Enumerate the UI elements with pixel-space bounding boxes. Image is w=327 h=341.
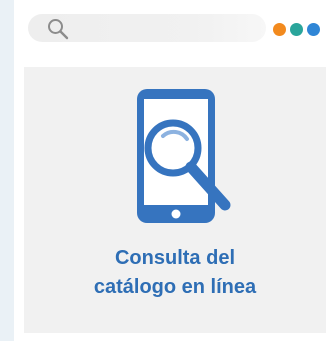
- caption-line-2: catálogo en línea: [93, 276, 257, 298]
- teal-dot[interactable]: [290, 23, 303, 36]
- blue-dot[interactable]: [307, 23, 320, 36]
- catalog-caption: Consulta del catálogo en línea: [24, 244, 326, 302]
- window-frame-edge: [0, 0, 14, 341]
- page: Consulta del catálogo en línea: [0, 0, 327, 341]
- orange-dot[interactable]: [273, 23, 286, 36]
- catalog-card[interactable]: Consulta del catálogo en línea: [24, 67, 326, 333]
- phone-magnifier-icon: [137, 89, 231, 223]
- window-controls: [273, 23, 320, 37]
- search-icon[interactable]: [46, 17, 70, 41]
- search-bar[interactable]: [28, 14, 266, 42]
- caption-line-1: Consulta del: [114, 247, 235, 269]
